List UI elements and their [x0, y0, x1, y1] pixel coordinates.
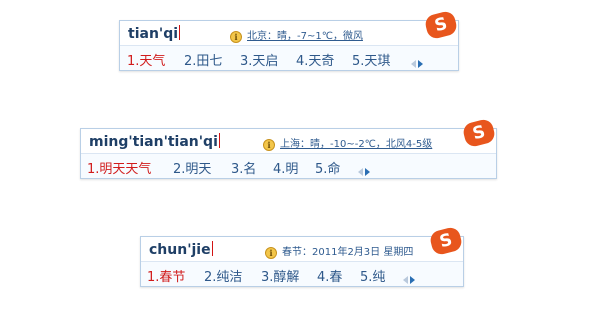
next-page-icon[interactable] — [418, 59, 423, 68]
candidate-3[interactable]: 3.醇解 — [261, 266, 299, 285]
candidate-row: 1.天气 2.田七 3.天启 4.天奇 5.天琪 — [120, 46, 458, 70]
pinyin-input[interactable]: chun'jie — [149, 241, 213, 258]
weather-info[interactable]: i 上海：晴，-10~-2℃，北风4-5级 — [263, 135, 432, 151]
holiday-info[interactable]: i 春节：2011年2月3日 星期四 — [265, 243, 413, 259]
candidate-5[interactable]: 5.纯 — [360, 266, 385, 285]
info-icon: i — [265, 247, 277, 259]
ime-bar-chunjie: chun'jie i 春节：2011年2月3日 星期四 S 1.春节 2.纯洁 3… — [140, 225, 464, 287]
candidate-4[interactable]: 4.天奇 — [296, 50, 334, 69]
candidate-1[interactable]: 1.天气 — [127, 50, 165, 69]
holiday-text: 春节：2011年2月3日 星期四 — [282, 247, 414, 258]
text-caret — [179, 25, 181, 40]
page-controls — [403, 269, 415, 288]
weather-link[interactable]: 北京：晴，-7~1℃，微风 — [247, 31, 363, 42]
composition-row: chun'jie i 春节：2011年2月3日 星期四 S — [141, 225, 464, 262]
pinyin-text: chun'jie — [149, 242, 211, 258]
candidate-row: 1.明天天气 2.明天 3.名 4.明 5.命 — [81, 154, 496, 178]
pinyin-text: ming'tian'tian'qi — [89, 134, 218, 150]
page-controls — [411, 53, 423, 72]
candidate-2[interactable]: 2.明天 — [173, 158, 211, 177]
next-page-icon[interactable] — [365, 167, 370, 176]
sogou-logo-icon: S — [428, 225, 464, 257]
composition-row: tian'qi i 北京：晴，-7~1℃，微风 S — [120, 9, 459, 46]
info-icon: i — [230, 31, 242, 43]
candidate-1[interactable]: 1.春节 — [147, 266, 185, 285]
sogou-logo-icon: S — [461, 117, 497, 149]
sogou-logo-icon: S — [423, 9, 459, 41]
candidate-4[interactable]: 4.明 — [273, 158, 298, 177]
next-page-icon[interactable] — [410, 275, 415, 284]
composition-row: ming'tian'tian'qi i 上海：晴，-10~-2℃，北风4-5级 S — [81, 117, 497, 154]
weather-link[interactable]: 上海：晴，-10~-2℃，北风4-5级 — [280, 139, 432, 150]
ime-bar-mingtiantianqi: ming'tian'tian'qi i 上海：晴，-10~-2℃，北风4-5级 S… — [80, 117, 497, 179]
page-controls — [358, 161, 370, 180]
weather-info[interactable]: i 北京：晴，-7~1℃，微风 — [230, 27, 363, 43]
candidate-2[interactable]: 2.纯洁 — [204, 266, 242, 285]
text-caret — [218, 133, 220, 148]
candidate-1[interactable]: 1.明天天气 — [87, 158, 151, 177]
prev-page-icon[interactable] — [403, 275, 408, 284]
pinyin-text: tian'qi — [128, 26, 179, 42]
candidate-row: 1.春节 2.纯洁 3.醇解 4.春 5.纯 — [141, 262, 463, 286]
candidate-3[interactable]: 3.天启 — [240, 50, 278, 69]
pinyin-input[interactable]: ming'tian'tian'qi — [89, 133, 220, 150]
candidate-2[interactable]: 2.田七 — [184, 50, 222, 69]
ime-bar-tianqi: tian'qi i 北京：晴，-7~1℃，微风 S 1.天气 2.田七 3.天启 … — [119, 9, 459, 71]
candidate-5[interactable]: 5.命 — [315, 158, 340, 177]
text-caret — [211, 241, 213, 256]
candidate-3[interactable]: 3.名 — [231, 158, 256, 177]
candidate-5[interactable]: 5.天琪 — [352, 50, 390, 69]
prev-page-icon[interactable] — [411, 59, 416, 68]
info-icon: i — [263, 139, 275, 151]
prev-page-icon[interactable] — [358, 167, 363, 176]
candidate-4[interactable]: 4.春 — [317, 266, 342, 285]
pinyin-input[interactable]: tian'qi — [128, 25, 181, 42]
